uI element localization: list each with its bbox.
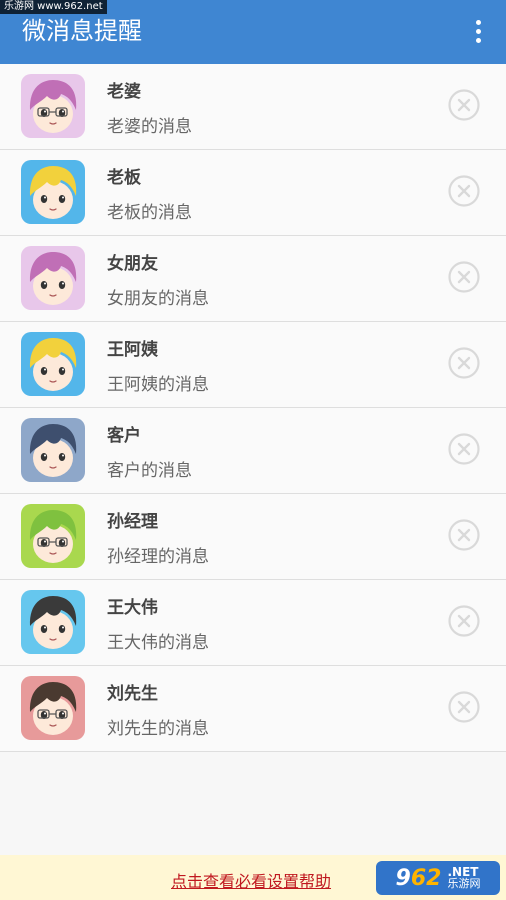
list-item[interactable]: 客户 客户的消息 [0,408,506,494]
contact-message: 孙经理的消息 [107,547,209,567]
contact-message: 王大伟的消息 [107,633,209,653]
avatar [21,418,85,482]
close-icon[interactable] [448,89,480,121]
avatar [21,504,85,568]
footer: 点击查看必看设置帮助 962 .NET 乐游网 [0,855,506,900]
contact-name: 刘先生 [107,684,158,704]
list-item[interactable]: 王阿姨 王阿姨的消息 [0,322,506,408]
close-icon[interactable] [448,261,480,293]
contact-name: 女朋友 [107,254,158,274]
help-link[interactable]: 点击查看必看设置帮助 [171,868,331,892]
contact-name: 王阿姨 [107,340,158,360]
app-title: 微消息提醒 [22,17,142,45]
contact-name: 孙经理 [107,512,158,532]
contact-message: 老板的消息 [107,203,192,223]
contact-message: 老婆的消息 [107,117,192,137]
avatar [21,74,85,138]
contact-list: 老婆 老婆的消息 老板 老板的消息 女朋友 女朋友的消息 王阿姨 王阿姨的消息 … [0,64,506,752]
contact-name: 老婆 [107,82,141,102]
contact-message: 王阿姨的消息 [107,375,209,395]
watermark: 乐游网 www.962.net [0,0,107,14]
contact-message: 女朋友的消息 [107,289,209,309]
contact-name: 老板 [107,168,141,188]
close-icon[interactable] [448,347,480,379]
close-icon[interactable] [448,605,480,637]
list-item[interactable]: 女朋友 女朋友的消息 [0,236,506,322]
list-item[interactable]: 刘先生 刘先生的消息 [0,666,506,752]
avatar [21,590,85,654]
list-item[interactable]: 王大伟 王大伟的消息 [0,580,506,666]
close-icon[interactable] [448,175,480,207]
close-icon[interactable] [448,519,480,551]
contact-message: 客户的消息 [107,461,192,481]
avatar [21,246,85,310]
contact-name: 王大伟 [107,598,158,618]
list-item[interactable]: 老婆 老婆的消息 [0,64,506,150]
avatar [21,160,85,224]
close-icon[interactable] [448,691,480,723]
overflow-menu-icon[interactable] [464,16,492,46]
avatar [21,676,85,740]
list-item[interactable]: 老板 老板的消息 [0,150,506,236]
avatar [21,332,85,396]
close-icon[interactable] [448,433,480,465]
contact-name: 客户 [107,426,141,446]
list-item[interactable]: 孙经理 孙经理的消息 [0,494,506,580]
contact-message: 刘先生的消息 [107,719,209,739]
brand-logo: 962 .NET 乐游网 [376,861,500,895]
